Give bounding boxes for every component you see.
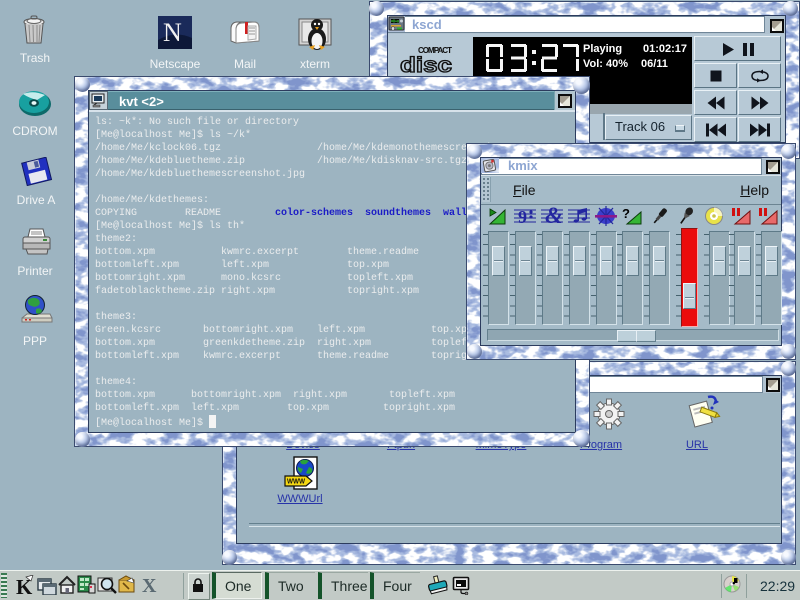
svg-text:?: ? <box>622 206 630 221</box>
svg-text:disc: disc <box>400 54 452 77</box>
svg-text:X: X <box>142 575 157 595</box>
svg-text:N: N <box>163 18 182 47</box>
svg-text:WWW: WWW <box>287 479 305 486</box>
svg-text:9: 9 <box>518 207 527 226</box>
svg-text:&: & <box>545 206 563 226</box>
